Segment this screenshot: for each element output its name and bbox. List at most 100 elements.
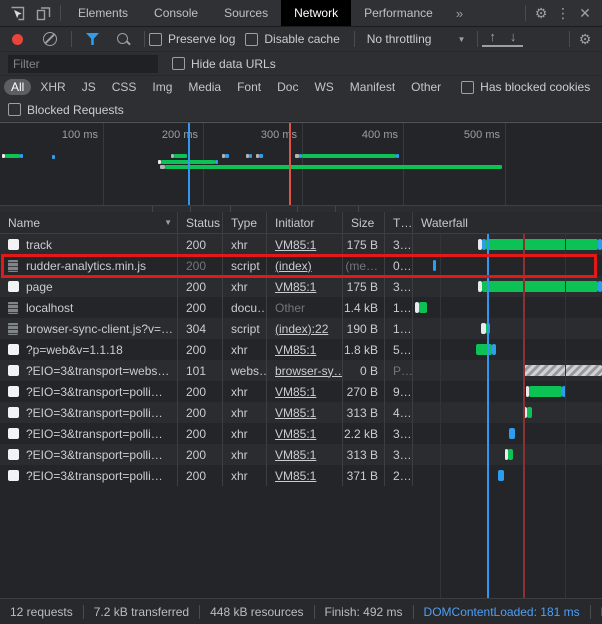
preserve-log-checkbox[interactable] <box>149 33 162 46</box>
network-request-row[interactable]: ?EIO=3&transport=polli…200xhrVM85:1313 B… <box>0 444 602 465</box>
filter-type-media[interactable]: Media <box>181 79 228 95</box>
initiator-link[interactable]: VM85:1 <box>275 427 316 441</box>
request-waterfall-cell <box>413 339 602 360</box>
throttling-dropdown[interactable]: No throttling ▼ <box>367 32 466 46</box>
filter-funnel-icon[interactable] <box>86 33 99 45</box>
inspect-element-icon[interactable] <box>8 4 26 22</box>
request-status-cell: 200 <box>178 423 223 444</box>
filter-type-xhr[interactable]: XHR <box>33 79 72 95</box>
overview-request-bar <box>52 155 55 159</box>
has-blocked-cookies-checkbox[interactable] <box>461 81 474 94</box>
filter-input[interactable] <box>8 55 158 73</box>
generic-file-icon <box>8 281 19 292</box>
initiator-link[interactable]: VM85:1 <box>275 385 316 399</box>
network-request-row[interactable]: page200xhrVM85:1175 B3… <box>0 276 602 297</box>
network-request-row[interactable]: ?EIO=3&transport=polli…200xhrVM85:1270 B… <box>0 381 602 402</box>
hide-data-urls-label[interactable]: Hide data URLs <box>191 57 276 71</box>
network-request-row[interactable]: ?EIO=3&transport=polli…200xhrVM85:12.2 k… <box>0 423 602 444</box>
network-settings-gear-icon[interactable]: ⚙ <box>574 28 596 50</box>
request-status-cell: 200 <box>178 465 223 486</box>
type-filter-pills: AllXHRJSCSSImgMediaFontDocWSManifestOthe… <box>3 79 449 95</box>
status-item: 7.2 kB transferred <box>84 605 200 619</box>
filter-type-ws[interactable]: WS <box>307 79 340 95</box>
initiator-link[interactable]: VM85:1 <box>275 238 316 252</box>
initiator-link[interactable]: VM85:1 <box>275 343 316 357</box>
import-har-icon[interactable]: ↑ <box>482 32 503 47</box>
column-header-initiator[interactable]: Initiator <box>267 212 343 233</box>
column-header-type[interactable]: Type <box>223 212 267 233</box>
initiator-link[interactable]: VM85:1 <box>275 448 316 462</box>
tab-performance[interactable]: Performance <box>351 0 446 26</box>
devtools-tab-bar: ElementsConsoleSourcesNetworkPerformance… <box>0 0 602 27</box>
request-size-cell: 175 B <box>343 234 385 255</box>
blocked-requests-checkbox[interactable] <box>8 103 21 116</box>
blocked-requests-label[interactable]: Blocked Requests <box>27 103 124 117</box>
filter-type-other[interactable]: Other <box>404 79 448 95</box>
initiator-link[interactable]: VM85:1 <box>275 469 316 483</box>
tab-elements[interactable]: Elements <box>65 0 141 26</box>
initiator-link[interactable]: (index):22 <box>275 322 328 336</box>
filter-type-js[interactable]: JS <box>75 79 103 95</box>
filter-type-font[interactable]: Font <box>230 79 268 95</box>
network-request-row[interactable]: rudder-analytics.min.js200script(index)(… <box>0 255 602 276</box>
filter-type-doc[interactable]: Doc <box>270 79 305 95</box>
request-status-cell: 200 <box>178 255 223 276</box>
tab-sources[interactable]: Sources <box>211 0 281 26</box>
initiator-link[interactable]: (index) <box>275 259 312 273</box>
column-header-status[interactable]: Status <box>178 212 223 233</box>
request-time-cell: 5… <box>385 339 413 360</box>
waterfall-bar-segment <box>419 302 427 313</box>
initiator-link[interactable]: browser-sy… <box>275 364 343 378</box>
waterfall-load-line <box>523 234 525 598</box>
network-overview-timeline[interactable]: 100 ms200 ms300 ms400 ms500 ms <box>0 122 602 205</box>
column-header-name[interactable]: Name▼ <box>0 212 178 233</box>
disable-cache-label[interactable]: Disable cache <box>264 32 339 46</box>
hide-data-urls-checkbox[interactable] <box>172 57 185 70</box>
more-options-icon[interactable]: ⋮ <box>552 2 574 24</box>
network-request-row[interactable]: localhost200docu…Other1.4 kB1… <box>0 297 602 318</box>
column-header-waterfall[interactable]: Waterfall <box>413 212 602 233</box>
record-button[interactable] <box>12 34 23 45</box>
tab-console[interactable]: Console <box>141 0 211 26</box>
waterfall-bar-segment <box>524 365 602 376</box>
network-request-row[interactable]: ?p=web&v=1.1.18200xhrVM85:11.8 kB5… <box>0 339 602 360</box>
waterfall-dcl-line <box>487 234 489 598</box>
waterfall-bar-segment <box>529 386 562 397</box>
search-icon[interactable] <box>117 33 128 44</box>
overview-tick-label: 200 ms <box>162 129 203 141</box>
settings-gear-icon[interactable]: ⚙ <box>530 2 552 24</box>
export-har-icon[interactable]: ↓ <box>503 32 524 47</box>
overview-request-bar <box>174 154 187 158</box>
network-request-row[interactable]: ?EIO=3&transport=polli…200xhrVM85:1313 B… <box>0 402 602 423</box>
column-header-label: Initiator <box>275 216 314 230</box>
network-request-row[interactable]: ?EIO=3&transport=polli…200xhrVM85:1371 B… <box>0 465 602 486</box>
network-request-row[interactable]: ?EIO=3&transport=webs…101webs…browser-sy… <box>0 360 602 381</box>
request-initiator-cell: VM85:1 <box>267 444 343 465</box>
column-header-size[interactable]: Size <box>343 212 385 233</box>
has-blocked-cookies-label[interactable]: Has blocked cookies <box>480 80 590 94</box>
request-name: track <box>26 238 52 252</box>
overview-tick-label: 500 ms <box>464 129 505 141</box>
tab-network[interactable]: Network <box>281 0 351 26</box>
column-header-label: Waterfall <box>421 216 468 230</box>
close-icon[interactable]: ✕ <box>574 2 596 24</box>
request-status-cell: 101 <box>178 360 223 381</box>
initiator-link[interactable]: VM85:1 <box>275 280 316 294</box>
request-name-cell: ?EIO=3&transport=polli… <box>0 423 178 444</box>
network-request-row[interactable]: track200xhrVM85:1175 B3… <box>0 234 602 255</box>
filter-type-img[interactable]: Img <box>145 79 179 95</box>
device-toolbar-icon[interactable] <box>34 4 52 22</box>
disable-cache-checkbox[interactable] <box>245 33 258 46</box>
generic-file-icon <box>8 449 19 460</box>
filter-type-manifest[interactable]: Manifest <box>343 79 402 95</box>
clear-icon[interactable] <box>43 32 57 46</box>
column-header-t[interactable]: T… <box>385 212 413 233</box>
filter-type-css[interactable]: CSS <box>105 79 144 95</box>
status-bar: 12 requests7.2 kB transferred448 kB reso… <box>0 598 602 624</box>
initiator-link[interactable]: VM85:1 <box>275 406 316 420</box>
overview-gridline <box>403 123 404 205</box>
preserve-log-label[interactable]: Preserve log <box>168 32 235 46</box>
filter-type-all[interactable]: All <box>4 79 31 95</box>
more-tabs-button[interactable]: » <box>446 0 473 26</box>
network-request-row[interactable]: browser-sync-client.js?v=…304script(inde… <box>0 318 602 339</box>
